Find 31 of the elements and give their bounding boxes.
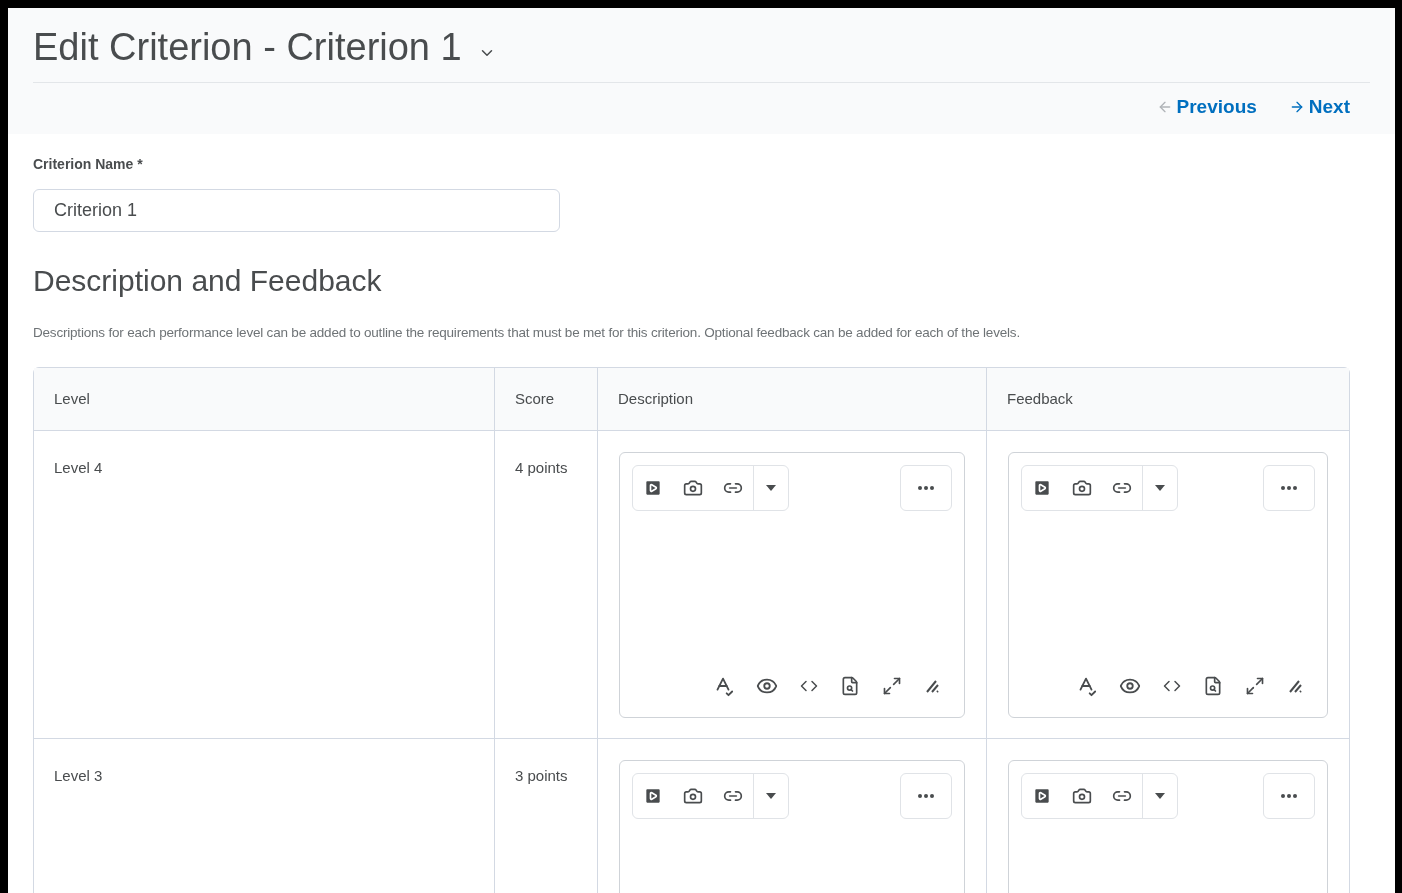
fullscreen-button[interactable]: [1245, 675, 1265, 696]
section-description: Descriptions for each performance level can be added to outline the requirements that must be met for this criterion. Optional feedback can be added for each of the levels.: [33, 323, 1021, 342]
expand-icon: [1245, 675, 1265, 696]
file-search-icon: [1203, 675, 1223, 696]
ellipsis-icon: [1281, 485, 1297, 490]
preview-button[interactable]: [1203, 675, 1223, 696]
section-heading: Description and Feedback: [33, 262, 383, 299]
score-value: 3 points: [515, 766, 568, 784]
caret-icon: [1155, 484, 1165, 491]
caret-icon: [1155, 792, 1165, 799]
level-name: Level 3: [54, 766, 103, 784]
score-value: 4 points: [515, 458, 568, 476]
next-link[interactable]: Next: [1288, 93, 1350, 122]
preview-button[interactable]: [840, 675, 860, 696]
level-name: Level 4: [54, 458, 103, 476]
ellipsis-icon: [918, 793, 934, 798]
column-header: Level: [54, 388, 90, 409]
field-label: Criterion Name *: [33, 154, 144, 174]
page-title: Edit Criterion - Criterion 1: [33, 24, 462, 70]
fullscreen-button[interactable]: [882, 675, 902, 696]
criterion-name-field[interactable]: Criterion 1: [33, 188, 560, 232]
column-header: Description: [618, 388, 694, 409]
ellipsis-icon: [918, 485, 934, 490]
caret-icon: [766, 792, 776, 799]
column-header: Score: [515, 388, 555, 409]
previous-link[interactable]: Previous: [1156, 93, 1257, 122]
file-search-icon: [840, 675, 860, 696]
ellipsis-icon: [1281, 793, 1297, 798]
column-header: Feedback: [1007, 388, 1073, 409]
caret-icon: [766, 484, 776, 491]
expand-icon: [882, 675, 902, 696]
